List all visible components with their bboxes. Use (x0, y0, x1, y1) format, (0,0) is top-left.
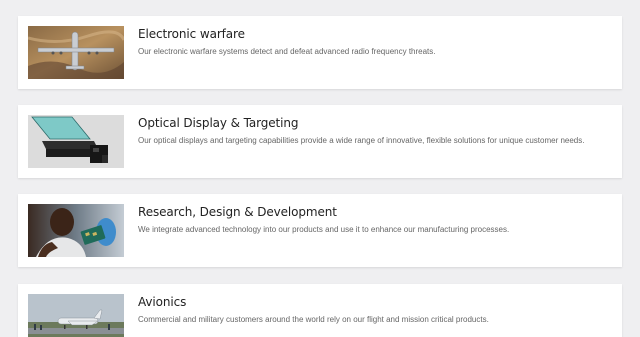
card-title[interactable]: Research, Design & Development (138, 205, 337, 219)
capability-card-optical-display-targeting[interactable]: Optical Display & Targeting Our optical … (18, 105, 622, 178)
card-title[interactable]: Electronic warfare (138, 27, 245, 41)
capability-card-avionics[interactable]: Avionics Commercial and military custome… (18, 284, 622, 337)
card-description: Commercial and military customers around… (138, 315, 489, 324)
card-description: We integrate advanced technology into ou… (138, 225, 510, 234)
card-description: Our electronic warfare systems detect an… (138, 47, 436, 56)
capability-card-electronic-warfare[interactable]: Electronic warfare Our electronic warfar… (18, 16, 622, 89)
capability-card-research-design-development[interactable]: Research, Design & Development We integr… (18, 194, 622, 267)
capabilities-list: Electronic warfare Our electronic warfar… (0, 0, 640, 337)
engineer-with-circuit-board-image[interactable] (28, 204, 124, 257)
card-description: Our optical displays and targeting capab… (138, 136, 585, 145)
card-title[interactable]: Avionics (138, 295, 186, 309)
heads-up-display-image[interactable] (28, 115, 124, 168)
card-title[interactable]: Optical Display & Targeting (138, 116, 299, 130)
jet-on-runway-image[interactable] (28, 294, 124, 337)
military-aircraft-image[interactable] (28, 26, 124, 79)
